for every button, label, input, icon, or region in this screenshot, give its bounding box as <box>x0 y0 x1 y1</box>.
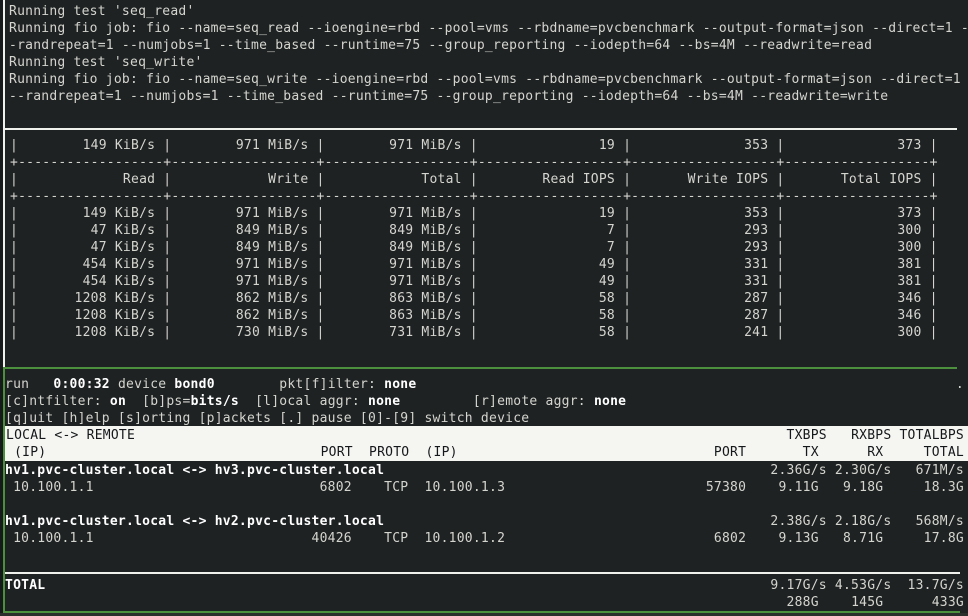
benchmark-table-line: +------------------+------------------+-… <box>10 188 938 205</box>
benchmark-table-line: | 149 KiB/s | 971 MiB/s | 971 MiB/s | 19… <box>10 137 938 154</box>
terminal-line: hv1.pvc-cluster.local <-> hv3.pvc-cluste… <box>5 462 964 479</box>
pane-border-green-horizontal <box>3 367 957 369</box>
terminal-line: 10.100.1.1 40426 TCP 10.100.1.26802 9.13… <box>5 530 964 547</box>
pane-border-white-vertical <box>3 0 5 367</box>
terminal-line: Running fio job: fio --name=seq_write --… <box>9 71 968 88</box>
nettop-header-columns: LOCAL <-> REMOTETXBPS RXBPS TOTALBPS (IP… <box>6 427 964 461</box>
benchmark-table: | 149 KiB/s | 971 MiB/s | 971 MiB/s | 19… <box>10 137 938 341</box>
benchmark-table-line: +------------------+------------------+-… <box>10 154 938 171</box>
benchmark-table-line: | 1208 KiB/s | 862 MiB/s | 863 MiB/s | 5… <box>10 307 938 324</box>
terminal-line <box>5 496 964 513</box>
nettop-totals: TOTAL9.17G/s 4.53G/s 13.7G/s288G 145G 43… <box>4 577 964 611</box>
terminal-line: [q]uit [h]elp [s]orting [p]ackets [.] pa… <box>5 410 964 427</box>
terminal-line: (IP) PORT PROTO (IP)PORT TX RX TOTAL <box>6 444 964 461</box>
terminal-line: hv1.pvc-cluster.local <-> hv2.pvc-cluste… <box>5 513 964 530</box>
terminal-line: --randrepeat=1 --numjobs=1 --time_based … <box>9 88 968 105</box>
terminal-line: Running test 'seq_write' <box>9 54 968 71</box>
terminal-line: run 0:00:32 device bond0 pkt[f]ilter: no… <box>5 376 964 393</box>
terminal-line: LOCAL <-> REMOTETXBPS RXBPS TOTALBPS <box>6 427 964 444</box>
benchmark-table-line: | Read | Write | Total | Read IOPS | Wri… <box>10 171 938 188</box>
terminal-line: [c]ntfilter: on [b]ps=bits/s [l]ocal agg… <box>5 393 964 410</box>
totals-separator <box>5 572 960 574</box>
benchmark-table-line: | 454 KiB/s | 971 MiB/s | 971 MiB/s | 49… <box>10 256 938 273</box>
nettop-connections: hv1.pvc-cluster.local <-> hv3.pvc-cluste… <box>4 462 964 547</box>
terminal-line: -randrepeat=1 --numjobs=1 --time_based -… <box>9 37 968 54</box>
benchmark-table-line: | 47 KiB/s | 849 MiB/s | 849 MiB/s | 7 |… <box>10 222 938 239</box>
nettop-header-bar: LOCAL <-> REMOTETXBPS RXBPS TOTALBPS (IP… <box>5 426 968 461</box>
terminal-screen: Running test 'seq_read'Running fio job: … <box>0 0 968 616</box>
pane-border-white-horizontal <box>3 128 957 130</box>
benchmark-table-line: | 1208 KiB/s | 862 MiB/s | 863 MiB/s | 5… <box>10 290 938 307</box>
terminal-line: 10.100.1.1 6802 TCP 10.100.1.357380 9.11… <box>5 479 964 496</box>
benchmark-table-line: | 149 KiB/s | 971 MiB/s | 971 MiB/s | 19… <box>10 205 938 222</box>
terminal-line: Running fio job: fio --name=seq_read --i… <box>9 20 968 37</box>
benchmark-table-line: | 1208 KiB/s | 730 MiB/s | 731 MiB/s | 5… <box>10 324 938 341</box>
benchmark-table-line: | 47 KiB/s | 849 MiB/s | 849 MiB/s | 7 |… <box>10 239 938 256</box>
nettop-status: run 0:00:32 device bond0 pkt[f]ilter: no… <box>4 376 964 427</box>
terminal-line: TOTAL9.17G/s 4.53G/s 13.7G/s <box>5 577 964 594</box>
benchmark-table-line: | 454 KiB/s | 971 MiB/s | 971 MiB/s | 49… <box>10 273 938 290</box>
terminal-line: Running test 'seq_read' <box>9 3 968 20</box>
terminal-line: 288G 145G 433G <box>5 594 964 611</box>
fio-log: Running test 'seq_read'Running fio job: … <box>9 3 968 105</box>
